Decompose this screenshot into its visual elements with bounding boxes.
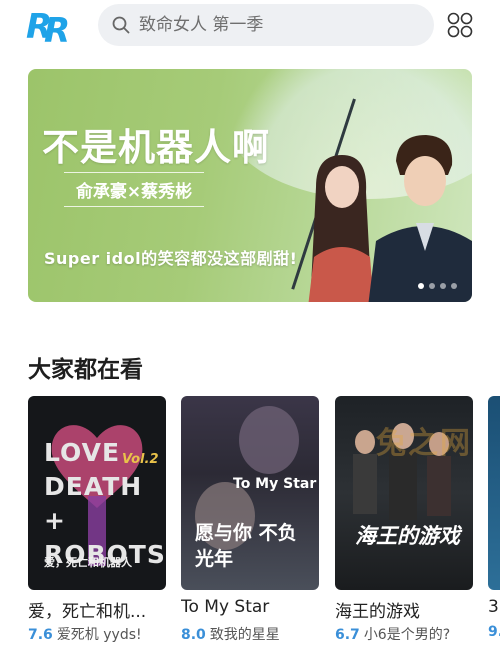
show-meta: 9. — [488, 624, 500, 640]
watermark: 兔之网 — [376, 426, 472, 461]
show-score: 7.6 — [28, 627, 53, 643]
poster-subtitle-text: 愿与你 不负光年 — [195, 522, 297, 570]
show-meta: 8.0 致我的星星 — [181, 624, 331, 644]
show-card[interactable]: To My Star 愿与你 不负光年 To My Star 8.0 致我的星星 — [181, 396, 319, 643]
carousel-dot-1[interactable] — [418, 283, 424, 289]
carousel-indicator — [418, 283, 457, 289]
show-tagline: 爱死机 yyds! — [56, 627, 142, 643]
show-title[interactable]: 3 — [488, 597, 500, 617]
show-score: 8.0 — [181, 627, 206, 643]
show-meta: 7.6 爱死机 yyds! — [28, 624, 178, 644]
carousel-dot-4[interactable] — [451, 283, 457, 289]
banner-title: 不是机器人啊 — [42, 126, 270, 169]
banner-subtitle: 俞承豪×蔡秀彬 — [75, 182, 193, 202]
poster-volume-text: Vol.2 — [122, 452, 159, 467]
actor-figure — [368, 135, 472, 302]
section-title: 大家都在看 — [28, 357, 143, 383]
show-title[interactable]: 海王的游戏 — [335, 597, 483, 622]
app-logo[interactable]: R R — [26, 6, 72, 44]
svg-text:R: R — [44, 11, 70, 44]
poster-title-text: To My Star — [233, 476, 317, 492]
category-grid-icon[interactable] — [447, 12, 473, 38]
show-meta: 6.7 小6是个男的? — [335, 624, 485, 644]
search-icon — [112, 16, 130, 34]
poster-subtitle-text: 爱，死亡和机器人 — [44, 556, 132, 569]
poster-title-text: 海王的游戏 — [355, 524, 460, 548]
show-score: 9. — [488, 624, 500, 640]
show-poster[interactable]: LOVE DEATH + ROBOTS Vol.2 爱，死亡和机器人 — [28, 396, 166, 590]
show-poster[interactable] — [488, 396, 500, 590]
top-bar: R R — [0, 0, 500, 60]
carousel-dot-3[interactable] — [440, 283, 446, 289]
search-input[interactable] — [139, 15, 419, 35]
banner-subtitle-frame: 俞承豪×蔡秀彬 — [64, 172, 204, 207]
carousel-dot-2[interactable] — [429, 283, 435, 289]
show-poster[interactable]: To My Star 愿与你 不负光年 — [181, 396, 319, 590]
banner-caption: Super idol的笑容都没这部剧甜! — [44, 249, 298, 268]
show-card[interactable]: LOVE DEATH + ROBOTS Vol.2 爱，死亡和机器人 爱，死亡和… — [28, 396, 166, 643]
show-tagline: 小6是个男的? — [363, 627, 451, 643]
show-card[interactable]: 3 9. — [488, 396, 500, 640]
show-score: 6.7 — [335, 627, 360, 643]
featured-banner[interactable]: 不是机器人啊 俞承豪×蔡秀彬 Super idol的笑容都没这部剧甜! — [28, 69, 472, 302]
show-title[interactable]: 爱，死亡和机... — [28, 597, 176, 622]
search-bar[interactable] — [98, 4, 434, 46]
show-tagline: 致我的星星 — [209, 627, 280, 643]
show-title[interactable]: To My Star — [181, 597, 329, 617]
